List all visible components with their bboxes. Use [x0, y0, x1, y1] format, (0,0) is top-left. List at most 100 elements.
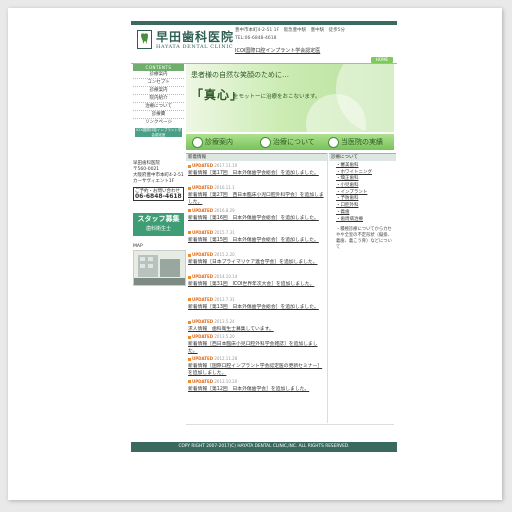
updated-badge: UPDATED [192, 319, 214, 325]
sidebar-item-fees[interactable]: 診療費 [133, 111, 184, 119]
sidebar-item-guide[interactable]: 診療案内 [133, 87, 184, 95]
news-date: UPDATED 2013.7.31 [188, 297, 235, 302]
news-title-link[interactable]: 新着情報［第27回 西日本臨床小児口腔外科学会］を追加しました。 [188, 192, 324, 206]
update-icon [188, 253, 191, 257]
hero-banner: 患者様の自然な笑顔のために… 「真心」 をモットーに治療をおこないます。 [186, 64, 394, 132]
update-icon [188, 209, 191, 213]
header-address: 豊中市本町4-2-51 1F 阪急豊中駅 豊中駅 徒歩5分 [235, 28, 345, 33]
updated-badge: UPDATED [192, 163, 214, 168]
news-date-value: 2015.7.31 [214, 229, 235, 235]
update-icon [188, 357, 191, 361]
news-date: UPDATED 2017.11.10 [188, 163, 237, 168]
updated-badge: UPDATED [192, 207, 214, 213]
updated-badge: UPDATED [192, 185, 214, 191]
web-page: 早田歯科医院 HAYATA DENTAL CLINIC 豊中市本町4-2-51 … [131, 21, 397, 454]
updated-badge: UPDATED [192, 378, 214, 384]
update-icon [188, 320, 191, 324]
news-title-link[interactable]: 求人情報 歯科衛生士募集しています。 [188, 326, 324, 333]
news-title-link[interactable]: 新着情報［第16回 日本外傷歯学会総会］を追加しました。 [188, 215, 324, 222]
sidebar-item-treatment[interactable]: 治療について [133, 103, 184, 111]
update-icon [188, 298, 191, 302]
news-date: UPDATED 2015.7.31 [188, 230, 235, 235]
news-title-link[interactable]: 新着情報［第17回 日本外傷歯学会総会］を追加しました。 [188, 170, 324, 177]
news-date: UPDATED 2012.11.28 [188, 356, 237, 361]
news-date: UPDATED 2016.8.29 [188, 208, 235, 213]
update-icon [188, 186, 191, 190]
news-item: UPDATED 2012.11.28 新着情報［国際口腔インプラント学会認定医の更… [188, 355, 326, 377]
clinic-building: カーサヴィエント1F [133, 179, 175, 184]
tooth-logo-icon [137, 30, 152, 49]
recruit-banner[interactable]: スタッフ募集 歯科衛生士 [133, 213, 184, 236]
clinic-info: 早田歯科医院 〒560-0021 大阪府豊中市本町4-2-51 カーサヴィエント… [133, 161, 184, 201]
updated-badge: UPDATED [192, 229, 214, 235]
news-item: UPDATED 2014.10.14 新着情報［第31回 ICOI世界年次大会］を… [188, 273, 326, 295]
news-title-link[interactable]: 新着情報［西日本臨床小児口腔外科学会雑誌］を追加しました。 [188, 341, 324, 355]
news-date: UPDATED 2014.10.14 [188, 274, 237, 279]
news-item: UPDATED 2017.11.10 新着情報［第17回 日本外傷歯学会総会］を追… [188, 162, 326, 184]
recruit-subtitle: 歯科衛生士 [145, 226, 171, 232]
clinic-tel: 06-6848-4618 [135, 193, 182, 200]
info-item-pediatric[interactable]: ・小児歯科 [336, 183, 394, 190]
tab-label: 当医院の実績 [341, 138, 383, 146]
clinic-tel-box: ご予約・お問い合わせ 06-6848-4618 [133, 187, 184, 201]
news-item: UPDATED 2016.8.29 新着情報［第16回 日本外傷歯学会総会］を追加… [188, 207, 326, 229]
tooth-icon [260, 136, 271, 148]
news-date-value: 2016.11.1 [214, 185, 235, 191]
news-heading: 新着情報 [186, 153, 328, 161]
map-label: MAP [133, 244, 143, 249]
tab-clinic-info[interactable]: 診療案内 [192, 134, 233, 150]
sidebar-item-tour[interactable]: 院内紹介 [133, 95, 184, 103]
treatment-list: ・審美歯科 ・ホワイトニング ・矯正歯科 ・小児歯科 ・インプラント ・予防歯科… [336, 163, 394, 251]
news-item: UPDATED 2013.5.20 新着情報［西日本臨床小児口腔外科学会雑誌］を追… [188, 333, 326, 355]
news-date-value: 2013.5.24 [214, 319, 235, 325]
column-divider [327, 153, 328, 423]
news-date-value: 2016.8.29 [214, 207, 235, 213]
sidebar-item-concept[interactable]: コンセプト [133, 79, 184, 87]
news-date-value: 2015.2.20 [214, 252, 235, 258]
update-icon [188, 380, 191, 384]
news-date: UPDATED 2013.10.20 [188, 379, 237, 384]
news-date: UPDATED 2015.2.20 [188, 252, 235, 257]
news-date-value: 2012.11.28 [214, 356, 238, 362]
hero-tagline: 患者様の自然な笑顔のために… [191, 71, 289, 79]
hero-motto: をモットーに治療をおこないます。 [233, 94, 321, 100]
news-item: UPDATED 2016.11.1 新着情報［第27回 西日本臨床小児口腔外科学会… [188, 184, 326, 206]
update-icon [188, 164, 191, 168]
news-list: UPDATED 2017.11.10 新着情報［第17回 日本外傷歯学会総会］を追… [188, 162, 326, 400]
header-tel: TEL:06-6848-4618 [235, 36, 277, 41]
icoi-header-link[interactable]: ICOI国際口腔インプラント学会認定医 [235, 47, 320, 54]
feature-tabs: 診療案内 治療について 当医院の実績 [186, 134, 394, 150]
info-item-dentures[interactable]: ・義歯 [336, 210, 394, 217]
news-date-value: 2013.7.31 [214, 296, 235, 302]
news-title-link[interactable]: 新着情報［日本プライマリケア連合学会］を追加しました。 [188, 259, 324, 266]
footer-copyright: COPY RIGHT 2007-2017(C) HAYATA DENTAL CL… [131, 442, 397, 452]
updated-badge: UPDATED [192, 252, 214, 258]
tab-achievements[interactable]: 当医院の実績 [328, 134, 383, 150]
top-bar [131, 21, 397, 25]
site-name[interactable]: 早田歯科医院 [156, 28, 234, 45]
info-item-cosmetic[interactable]: ・審美歯科 [336, 163, 394, 170]
news-item: UPDATED 2013.7.31 新着情報［第13回 日本外傷歯学会総会］を追加… [188, 296, 326, 318]
screenshot-frame: 早田歯科医院 HAYATA DENTAL CLINIC 豊中市本町4-2-51 … [8, 8, 502, 500]
info-item-periodontal[interactable]: ・歯周病治療 [336, 217, 394, 224]
sidebar-nav: CONTENTS 診療案内 コンセプト 診療案内 院内紹介 治療について 診療費… [133, 64, 184, 138]
info-heading: 診療について [329, 153, 396, 161]
sidebar-item-links[interactable]: リンクページ [133, 119, 184, 127]
tooth-icon [192, 136, 203, 148]
news-date-value: 2014.10.14 [214, 274, 238, 280]
info-note: ・積極診療についてからカセやや全室の不定形状（擬掛、義歯、義こう骨）などについて [336, 227, 392, 251]
news-title-link[interactable]: 新着情報［第12回 日本外傷歯学会］を追加しました。 [188, 386, 324, 393]
sidebar-item-clinic-info[interactable]: 診療案内 [133, 71, 184, 79]
map-image[interactable] [133, 250, 186, 286]
news-title-link[interactable]: 新着情報［国際口腔インプラント学会認定医の更新セミナー］を追加しました。 [188, 363, 324, 377]
news-title-link[interactable]: 新着情報［第31回 ICOI世界年次大会］を追加しました。 [188, 281, 324, 288]
icoi-banner[interactable]: ICOI国際口腔インプラント学会認定医 [135, 128, 182, 137]
update-icon [188, 335, 191, 339]
tooth-icon [328, 136, 339, 148]
info-item-oral-surgery[interactable]: ・口腔外科 [336, 203, 394, 210]
tab-treatment[interactable]: 治療について [260, 134, 315, 150]
recruit-title: スタッフ募集 [137, 215, 180, 223]
news-title-link[interactable]: 新着情報［第13回 日本外傷歯学会総会］を追加しました。 [188, 304, 324, 311]
news-title-link[interactable]: 新着情報［第15回 日本外傷歯学会総会］を追加しました。 [188, 237, 324, 244]
news-date-value: 2017.11.10 [214, 163, 238, 168]
